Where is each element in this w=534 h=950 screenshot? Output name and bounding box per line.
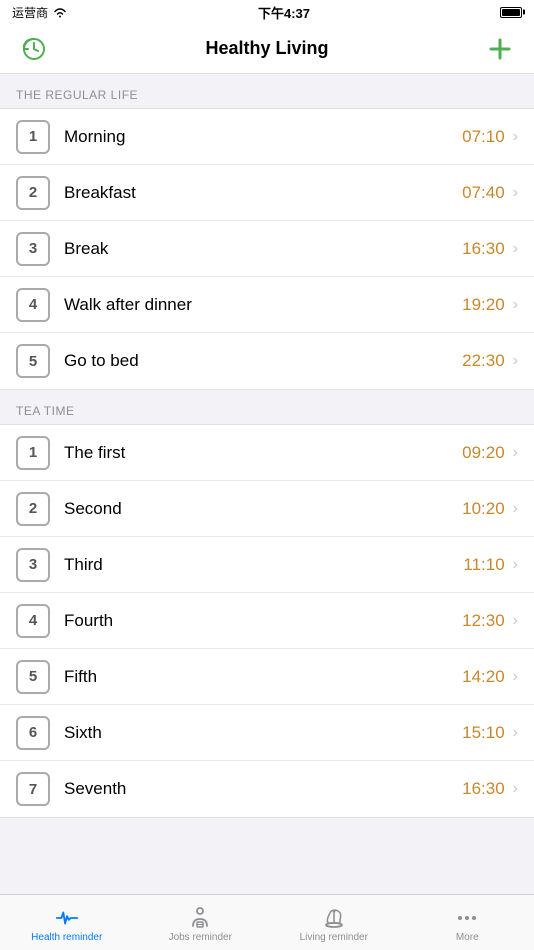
item-label: Seventh <box>64 779 462 799</box>
chevron-icon: › <box>513 556 518 574</box>
item-time: 16:30 <box>462 779 505 799</box>
tab-more-label: More <box>456 932 479 943</box>
chevron-icon: › <box>513 240 518 258</box>
tab-jobs-reminder[interactable]: Jobs reminder <box>134 895 268 950</box>
add-button[interactable] <box>482 31 518 67</box>
nav-bar: Healthy Living <box>0 24 534 74</box>
item-number: 4 <box>16 288 50 322</box>
item-label: Go to bed <box>64 351 462 371</box>
item-time: 16:30 <box>462 239 505 259</box>
battery-icon <box>500 7 522 18</box>
chevron-icon: › <box>513 184 518 202</box>
chevron-icon: › <box>513 444 518 462</box>
item-time: 12:30 <box>462 611 505 631</box>
item-number: 6 <box>16 716 50 750</box>
chevron-icon: › <box>513 780 518 798</box>
tab-jobs-reminder-label: Jobs reminder <box>169 932 232 943</box>
tab-living-reminder[interactable]: Living reminder <box>267 895 401 950</box>
item-number: 1 <box>16 436 50 470</box>
chevron-icon: › <box>513 296 518 314</box>
item-number: 5 <box>16 660 50 694</box>
item-label: Second <box>64 499 462 519</box>
nav-title: Healthy Living <box>205 38 328 59</box>
item-number: 2 <box>16 492 50 526</box>
status-left: 运营商 <box>12 4 68 21</box>
status-bar: 运营商 下午4:37 <box>0 0 534 24</box>
item-time: 11:10 <box>463 555 504 575</box>
item-label: Break <box>64 239 462 259</box>
chevron-icon: › <box>513 128 518 146</box>
list-item[interactable]: 4 Walk after dinner 19:20 › <box>0 277 534 333</box>
list-item[interactable]: 4 Fourth 12:30 › <box>0 593 534 649</box>
item-label: Breakfast <box>64 183 462 203</box>
item-time: 19:20 <box>462 295 505 315</box>
item-number: 5 <box>16 344 50 378</box>
item-label: Walk after dinner <box>64 295 462 315</box>
list-item[interactable]: 5 Fifth 14:20 › <box>0 649 534 705</box>
more-icon <box>455 906 479 930</box>
history-icon <box>20 35 48 63</box>
item-number: 3 <box>16 232 50 266</box>
list-item[interactable]: 2 Breakfast 07:40 › <box>0 165 534 221</box>
chevron-icon: › <box>513 668 518 686</box>
list-item[interactable]: 5 Go to bed 22:30 › <box>0 333 534 389</box>
item-label: Fourth <box>64 611 462 631</box>
status-right <box>500 7 522 18</box>
tab-living-reminder-label: Living reminder <box>300 932 368 943</box>
add-icon <box>486 35 514 63</box>
health-reminder-icon <box>55 906 79 930</box>
chevron-icon: › <box>513 612 518 630</box>
list-item[interactable]: 1 Morning 07:10 › <box>0 109 534 165</box>
section-header-regular: THE REGULAR LIFE <box>0 74 534 108</box>
item-label: Morning <box>64 127 462 147</box>
chevron-icon: › <box>513 500 518 518</box>
living-reminder-icon <box>322 906 346 930</box>
item-time: 09:20 <box>462 443 505 463</box>
section-teatime-list: 1 The first 09:20 › 2 Second 10:20 › 3 T… <box>0 424 534 818</box>
item-label: Sixth <box>64 723 462 743</box>
item-time: 15:10 <box>462 723 505 743</box>
item-time: 07:40 <box>462 183 505 203</box>
list-item[interactable]: 1 The first 09:20 › <box>0 425 534 481</box>
item-number: 1 <box>16 120 50 154</box>
item-label: The first <box>64 443 462 463</box>
item-label: Third <box>64 555 463 575</box>
item-label: Fifth <box>64 667 462 687</box>
item-time: 22:30 <box>462 351 505 371</box>
list-item[interactable]: 7 Seventh 16:30 › <box>0 761 534 817</box>
item-number: 7 <box>16 772 50 806</box>
carrier-text: 运营商 <box>12 4 48 21</box>
section-header-teatime: TEA TIME <box>0 390 534 424</box>
list-item[interactable]: 3 Break 16:30 › <box>0 221 534 277</box>
jobs-reminder-icon <box>188 906 212 930</box>
section-regular-list: 1 Morning 07:10 › 2 Breakfast 07:40 › 3 … <box>0 108 534 390</box>
item-time: 07:10 <box>462 127 505 147</box>
tab-health-reminder[interactable]: Health reminder <box>0 895 134 950</box>
list-item[interactable]: 6 Sixth 15:10 › <box>0 705 534 761</box>
tab-bar: Health reminder Jobs reminder Living r <box>0 894 534 950</box>
chevron-icon: › <box>513 724 518 742</box>
item-time: 14:20 <box>462 667 505 687</box>
item-number: 4 <box>16 604 50 638</box>
item-number: 2 <box>16 176 50 210</box>
tab-more[interactable]: More <box>401 895 534 950</box>
wifi-icon <box>52 6 68 18</box>
item-time: 10:20 <box>462 499 505 519</box>
history-button[interactable] <box>16 31 52 67</box>
content-scroll[interactable]: THE REGULAR LIFE 1 Morning 07:10 › 2 Bre… <box>0 74 534 894</box>
chevron-icon: › <box>513 352 518 370</box>
status-time: 下午4:37 <box>258 3 310 22</box>
list-item[interactable]: 2 Second 10:20 › <box>0 481 534 537</box>
list-item[interactable]: 3 Third 11:10 › <box>0 537 534 593</box>
item-number: 3 <box>16 548 50 582</box>
tab-health-reminder-label: Health reminder <box>31 932 102 943</box>
